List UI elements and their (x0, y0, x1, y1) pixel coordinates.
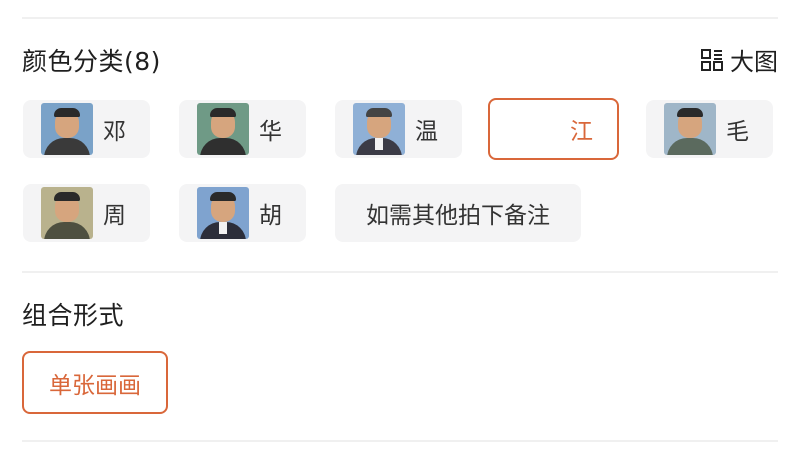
color-section-title: 颜色分类(8) (22, 47, 161, 76)
section-divider (22, 271, 778, 273)
color-option-wen[interactable]: 温 (335, 100, 462, 158)
color-option-label: 如需其他拍下备注 (366, 203, 550, 229)
portrait-thumbnail (664, 103, 716, 155)
portrait-thumbnail (197, 103, 249, 155)
top-divider (22, 17, 778, 19)
color-option-label: 温 (415, 119, 438, 145)
color-option-label: 江 (570, 119, 593, 145)
big-view-toggle[interactable]: 大图 (700, 42, 778, 77)
portrait-thumbnail (41, 103, 93, 155)
combo-section-title: 组合形式 (22, 301, 125, 330)
color-option-deng[interactable]: 邓 (23, 100, 150, 158)
color-option-jiang[interactable]: 江 (488, 98, 619, 160)
big-view-label: 大图 (730, 48, 778, 76)
color-option-label: 毛 (726, 119, 749, 145)
color-option-label: 华 (259, 119, 282, 145)
portrait-thumbnail (197, 187, 249, 239)
color-option-hu[interactable]: 胡 (179, 184, 306, 242)
grid-icon (701, 48, 723, 71)
color-option-zhou[interactable]: 周 (23, 184, 150, 242)
color-option-other-note[interactable]: 如需其他拍下备注 (335, 184, 581, 242)
color-option-mao[interactable]: 毛 (646, 100, 773, 158)
combo-option-label: 单张画画 (49, 372, 141, 399)
color-option-label: 周 (103, 203, 126, 229)
combo-option-single[interactable]: 单张画画 (22, 351, 168, 414)
color-option-hua[interactable]: 华 (179, 100, 306, 158)
portrait-thumbnail (353, 103, 405, 155)
bottom-divider (22, 440, 778, 442)
color-option-label: 胡 (259, 203, 282, 229)
portrait-thumbnail (41, 187, 93, 239)
color-option-label: 邓 (103, 119, 126, 145)
